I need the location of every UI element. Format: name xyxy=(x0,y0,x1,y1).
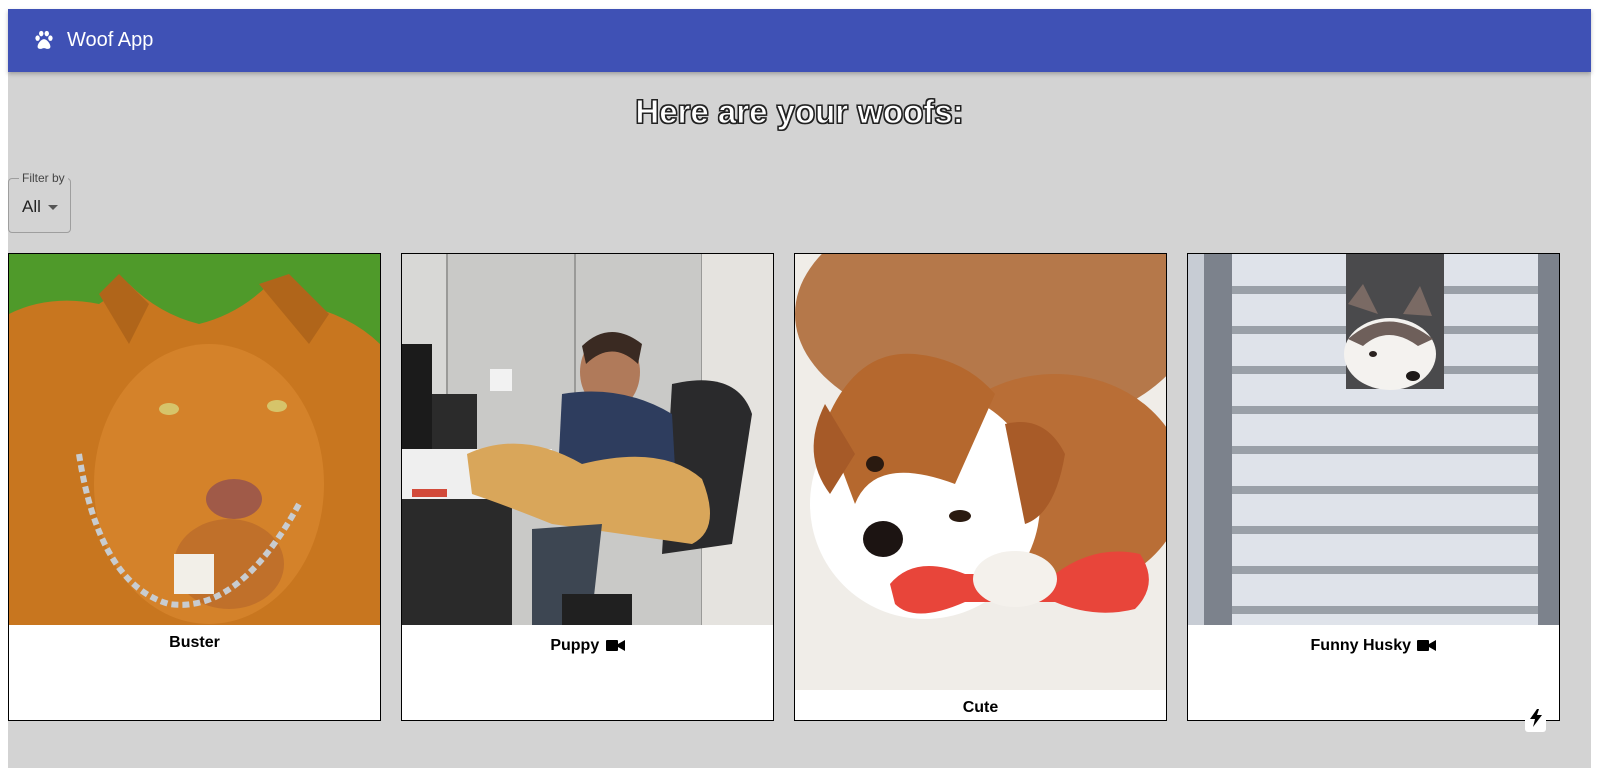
filter-select[interactable]: Filter by All xyxy=(8,171,71,233)
dog-card[interactable]: Buster xyxy=(8,253,381,721)
dog-card[interactable]: Puppy xyxy=(401,253,774,721)
filter-selected-value: All xyxy=(22,197,41,216)
card-title: Cute xyxy=(962,699,999,716)
dog-image-funny-husky xyxy=(1188,254,1559,625)
card-title: Puppy xyxy=(550,637,600,654)
dog-image-buster xyxy=(9,254,380,625)
card-title: Funny Husky xyxy=(1310,637,1411,654)
dog-card[interactable]: Cute xyxy=(794,253,1167,721)
filter-label: Filter by xyxy=(19,171,68,185)
paw-icon xyxy=(35,30,53,49)
card-caption: Buster xyxy=(9,633,380,653)
card-caption: Cute xyxy=(795,698,1166,718)
lightning-bolt-button[interactable] xyxy=(1525,704,1546,732)
app-frame: Woof App Here are your woofs: Filter by … xyxy=(8,9,1591,768)
dog-image-cute xyxy=(795,254,1166,690)
card-caption: Funny Husky xyxy=(1188,636,1559,656)
video-camera-icon xyxy=(605,640,625,651)
video-camera-icon xyxy=(1417,640,1437,651)
card-title: Buster xyxy=(169,634,220,651)
dropdown-caret-icon xyxy=(48,205,58,210)
dog-image-puppy xyxy=(402,254,773,625)
card-caption: Puppy xyxy=(402,636,773,656)
app-bar: Woof App xyxy=(8,9,1591,72)
dog-card[interactable]: Funny Husky xyxy=(1187,253,1560,721)
app-title: Woof App xyxy=(67,29,154,51)
page-heading: Here are your woofs: xyxy=(635,93,964,131)
lightning-bolt-icon xyxy=(1529,709,1542,727)
